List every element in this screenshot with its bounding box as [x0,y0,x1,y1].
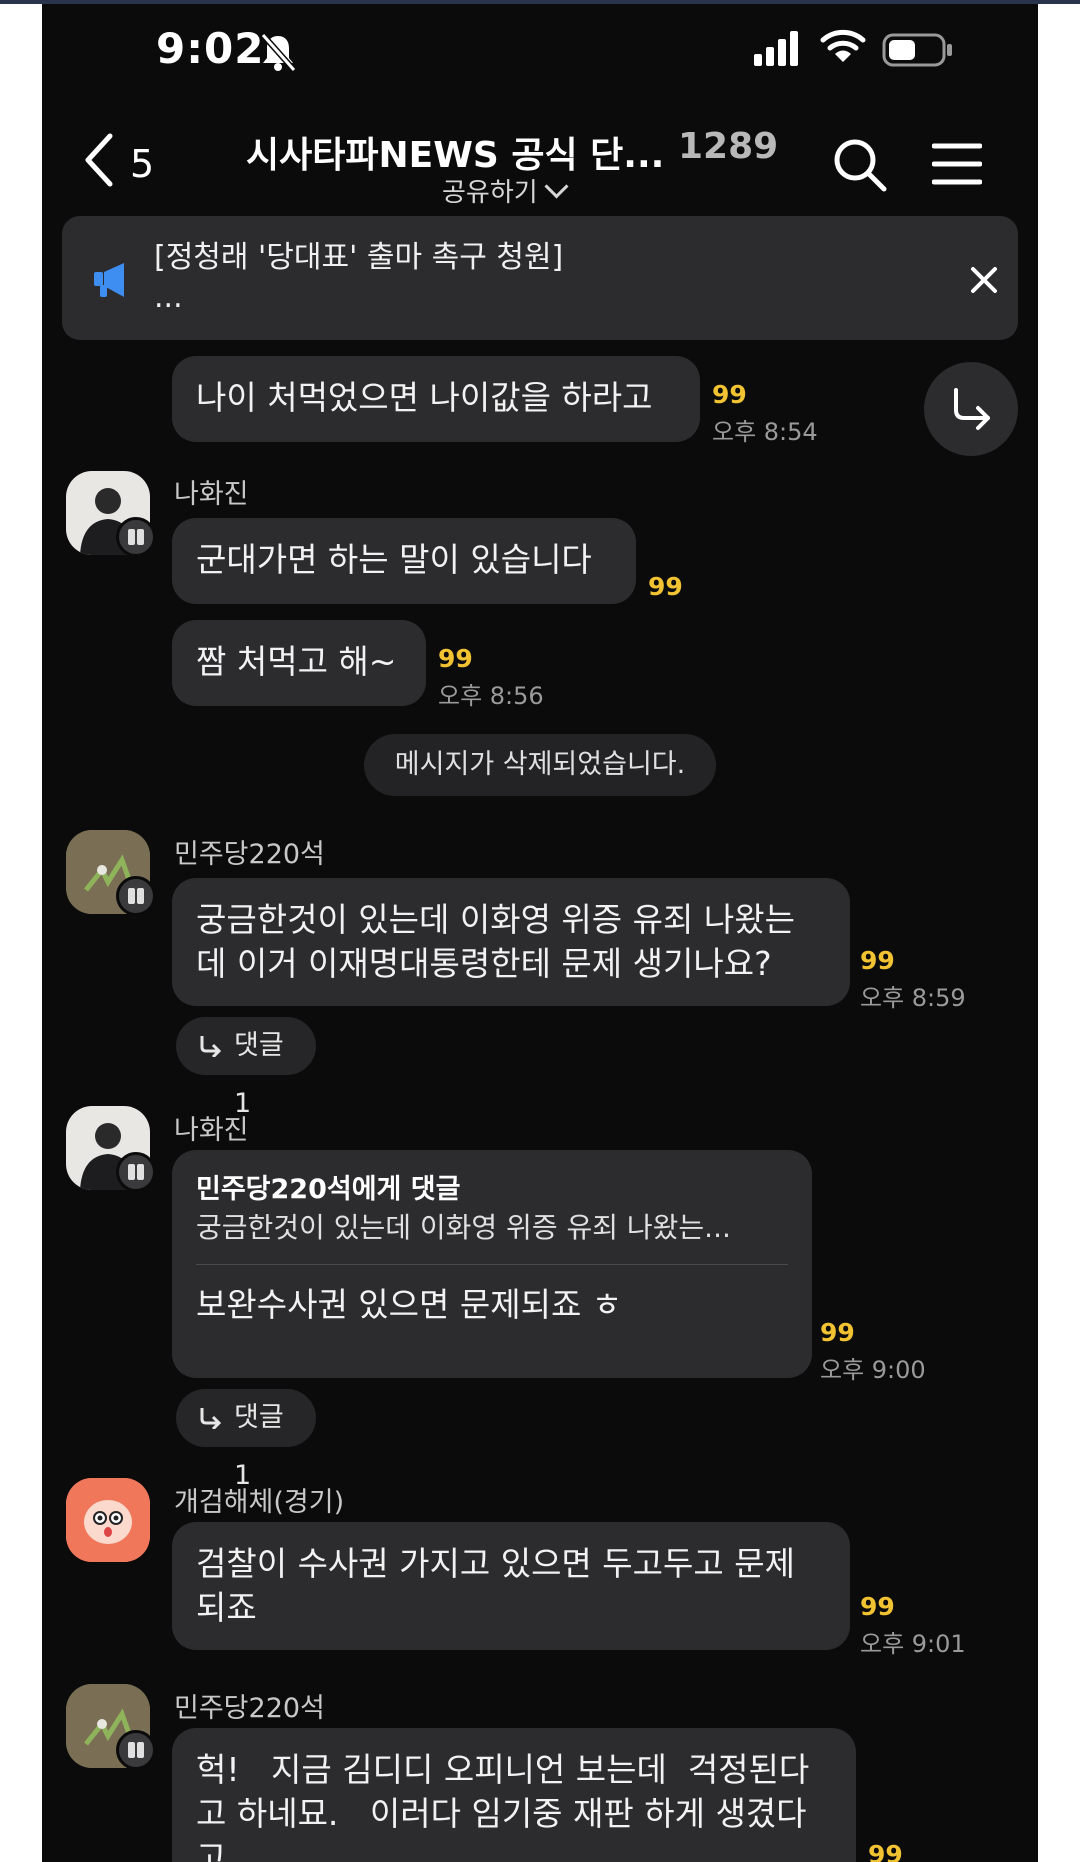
message-line: 고 [196,1838,227,1862]
profile-badge-icon [116,1730,156,1770]
profile-badge-icon [116,1152,156,1192]
notice-text: [정청래 '당대표' 출마 촉구 청원] ... [154,238,563,318]
message-time: 오후 8:54 [712,418,818,446]
chat-room-title[interactable]: 시사타파NEWS 공식 단... [246,126,686,178]
share-label: 공유하기 [442,178,538,208]
unread-count: 99 [438,644,473,673]
menu-icon[interactable] [932,142,982,186]
unread-chats-count[interactable]: 5 [130,142,154,186]
notice-banner[interactable]: [정청래 '당대표' 출마 촉구 청원] ... [62,216,1018,340]
message-time: 오후 8:59 [860,984,966,1012]
reply-arrow-icon [200,1408,222,1429]
message-line: 되죠 [196,1588,257,1627]
battery-icon [882,33,952,67]
status-time: 9:02 [156,24,265,73]
message-text: 보완수사권 있으면 문제되죠 ㅎ [196,1285,623,1324]
message-line: 궁금한것이 있는데 이화영 위증 유죄 나왔는 [196,900,795,939]
message-bubble[interactable]: 궁금한것이 있는데 이화영 위증 유죄 나왔는 데 이거 이재명대통령한테 문제… [172,878,850,1006]
share-dropdown[interactable]: 공유하기 [442,172,569,209]
unread-count: 99 [712,380,747,409]
message-time: 오후 9:00 [820,1356,926,1384]
avatar-character-image [66,1478,150,1562]
wifi-icon [820,29,866,62]
message-time: 오후 8:56 [438,682,544,710]
message-bubble[interactable]: 검찰이 수사권 가지고 있으면 두고두고 문제 되죠 [172,1522,850,1650]
profile-badge-icon [116,876,156,916]
megaphone-icon [94,263,124,297]
reply-arrow-icon [200,1036,222,1057]
chat-screen: 9:02 5 시사타파NEWS 공식 단... 1289 공유하기 [정청래 '… [42,4,1038,1862]
unread-count: 99 [860,1592,895,1621]
unread-count: 99 [868,1840,903,1862]
bell-muted-icon [260,33,296,72]
profile-badge-icon [116,517,156,557]
reply-shortcut-button[interactable] [924,362,1018,456]
thread-reply-button[interactable]: 댓글 1 [176,1017,316,1119]
thread-reply-label: 댓글 1 [234,1402,284,1491]
reply-arrow-icon [954,388,990,430]
close-icon[interactable] [970,266,998,294]
message-line: 헉! 지금 김디디 오피니언 보는데 걱정된다 [196,1750,810,1789]
quote-text: 궁금한것이 있는데 이화영 위증 유죄 나왔는... [196,1211,731,1244]
message-time: 오후 9:01 [860,1630,966,1658]
message-bubble[interactable]: 군대가면 하는 말이 있습니다 [172,518,636,604]
unread-count: 99 [820,1318,855,1347]
message-line: 검찰이 수사권 가지고 있으면 두고두고 문제 [196,1544,795,1583]
sender-name[interactable]: 나화진 [174,1108,249,1147]
deleted-message-notice: 메시지가 삭제되었습니다. [364,734,716,796]
member-count: 1289 [678,126,779,167]
chevron-down-icon [544,174,569,199]
sender-name[interactable]: 개검해체(경기) [174,1480,344,1519]
quote-title: 민주당220석에게 댓글 [196,1174,461,1205]
message-bubble[interactable]: 나이 처먹었으면 나이값을 하라고 [172,356,700,442]
sender-name[interactable]: 민주당220석 [174,832,325,871]
sender-name[interactable]: 나화진 [174,472,249,511]
unread-count: 99 [648,572,683,601]
search-icon[interactable] [832,137,888,193]
message-line: 고 하네묘. 이러다 임기중 재판 하게 생겼다 [196,1794,807,1833]
unread-count: 99 [860,946,895,975]
thread-reply-label: 댓글 1 [234,1030,284,1119]
notice-title: [정청래 '당대표' 출마 촉구 청원] [154,240,564,275]
avatar[interactable] [66,1478,150,1562]
cellular-signal-icon [754,31,798,66]
quote-divider [196,1264,788,1265]
thread-reply-button[interactable]: 댓글 1 [176,1389,316,1491]
back-chevron-icon[interactable] [80,130,120,190]
message-bubble[interactable]: 짬 처먹고 해~ [172,620,426,706]
sender-name[interactable]: 민주당220석 [174,1686,325,1725]
message-bubble[interactable]: 헉! 지금 김디디 오피니언 보는데 걱정된다 고 하네묘. 이러다 임기중 재… [172,1728,856,1862]
message-line: 데 이거 이재명대통령한테 문제 생기나요? [196,944,772,983]
reply-message-bubble[interactable]: 민주당220석에게 댓글 궁금한것이 있는데 이화영 위증 유죄 나왔는... … [172,1150,812,1378]
notice-ellipsis: ... [154,280,183,315]
